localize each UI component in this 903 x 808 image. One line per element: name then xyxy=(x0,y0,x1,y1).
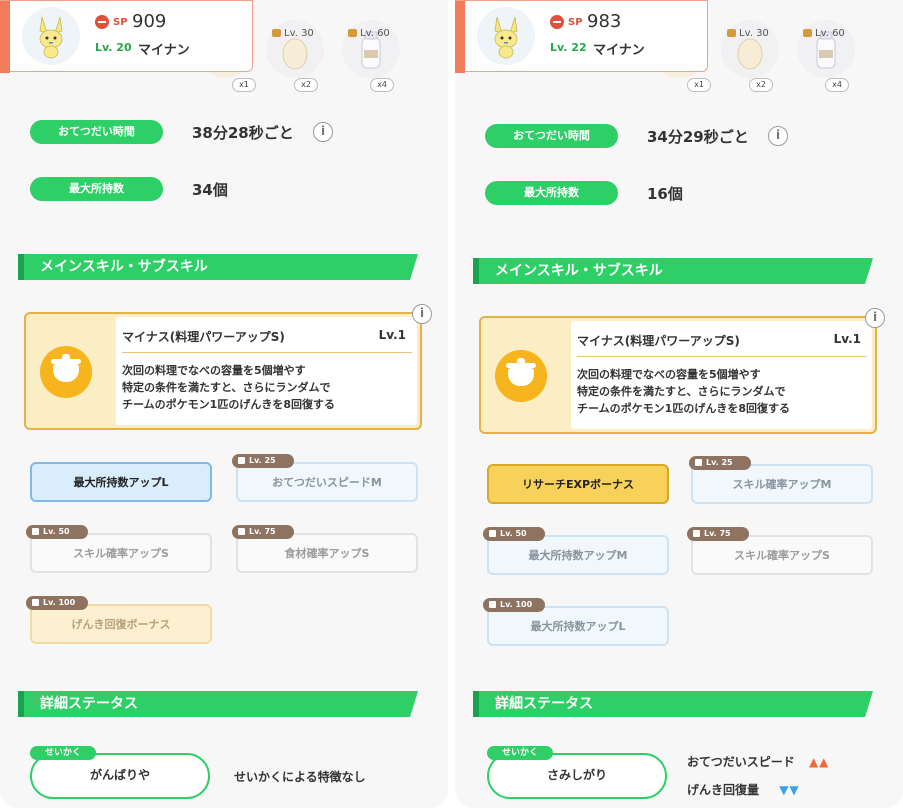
divider xyxy=(577,356,867,357)
help-time-label: おてつだい時間 xyxy=(30,120,163,144)
main-skill-level: Lv.1 xyxy=(833,332,861,346)
header-accent-strip xyxy=(0,1,10,73)
sub-skill-button-5[interactable]: げんき回復ボーナス xyxy=(30,604,212,644)
sub-skill-button-1[interactable]: 最大所持数アップL xyxy=(30,462,212,502)
sp-value: 909 xyxy=(132,11,167,32)
sub-skill-button-1[interactable]: リサーチEXPボーナス xyxy=(487,464,669,504)
lock-icon xyxy=(348,29,357,37)
pokemon-header-card: SP 909 Lv. 20 マイナン xyxy=(0,0,253,73)
ingredient-unlock-level: Lv. 30 xyxy=(739,28,769,39)
ingredient-unlock-level: Lv. 30 xyxy=(284,28,314,39)
max-carry-label: 最大所持数 xyxy=(485,181,618,205)
sub-skill-button-5[interactable]: 最大所持数アップL xyxy=(487,606,669,646)
ingredient-slot-3[interactable]: Lv. 60 x4 xyxy=(797,20,855,92)
ingredient-slot-3[interactable]: Lv. 60 x4 xyxy=(342,20,400,92)
info-icon[interactable]: i xyxy=(313,122,333,142)
unlock-level-badge: Lv. 25 xyxy=(689,456,751,470)
max-carry-label: 最大所持数 xyxy=(30,177,163,201)
nature-note: せいかくによる特徴なし xyxy=(234,770,366,784)
help-time-value: 38分28秒ごと xyxy=(192,124,294,142)
help-time-value: 34分29秒ごと xyxy=(647,128,749,146)
unlock-level-badge: Lv. 50 xyxy=(483,527,545,541)
lock-icon xyxy=(727,29,736,37)
sp-label: SP xyxy=(568,17,583,28)
lock-icon xyxy=(803,29,812,37)
lock-icon xyxy=(272,29,281,37)
info-icon[interactable]: i xyxy=(412,304,432,324)
divider xyxy=(122,352,412,353)
down-arrows-icon: ▼▼ xyxy=(779,783,800,797)
nature-down-label: げんき回復量 xyxy=(687,783,760,797)
status-section-banner: 詳細ステータス xyxy=(473,691,873,717)
pokemon-avatar-icon xyxy=(22,7,80,65)
skills-section-banner: メインスキル・サブスキル xyxy=(18,254,418,280)
ingredient-count: x2 xyxy=(749,78,773,92)
ingredient-unlock-level: Lv. 60 xyxy=(815,28,845,39)
main-skill-title: マイナス(料理パワーアップS) xyxy=(577,334,740,348)
pokemon-name: マイナン xyxy=(138,43,190,58)
unlock-level-badge: Lv. 75 xyxy=(687,527,749,541)
max-carry-value: 16個 xyxy=(647,185,683,203)
nature-down-stat: げんき回復量 ▼▼ xyxy=(687,781,800,798)
max-carry-value: 34個 xyxy=(192,181,228,199)
pokemon-level: Lv. 22 xyxy=(550,41,587,54)
nature-up-stat: おてつだいスピード ▲▲ xyxy=(687,753,829,770)
ingredient-slot-2[interactable]: Lv. 30 x2 xyxy=(721,20,779,92)
status-section-banner: 詳細ステータス xyxy=(18,691,418,717)
sp-icon xyxy=(95,15,109,29)
sp-value: 983 xyxy=(587,11,622,32)
ingredient-count: x4 xyxy=(370,78,394,92)
cooking-pot-icon xyxy=(40,346,92,398)
info-icon[interactable]: i xyxy=(768,126,788,146)
unlock-level-badge: Lv. 25 xyxy=(232,454,294,468)
sub-skill-button-4[interactable]: 食材確率アップS xyxy=(236,533,418,573)
sub-skill-button-3[interactable]: 最大所持数アップM xyxy=(487,535,669,575)
main-skill-card[interactable]: マイナス(料理パワーアップS) Lv.1 次回の料理でなべの容量を5個増やす 特… xyxy=(479,316,877,434)
unlock-level-badge: Lv. 100 xyxy=(26,596,88,610)
pokemon-avatar-icon xyxy=(477,7,535,65)
main-skill-card[interactable]: マイナス(料理パワーアップS) Lv.1 次回の料理でなべの容量を5個増やす 特… xyxy=(24,312,422,430)
sub-skill-button-2[interactable]: おてつだいスピードM xyxy=(236,462,418,502)
nature-tag: せいかく xyxy=(30,746,96,760)
unlock-level-badge: Lv. 50 xyxy=(26,525,88,539)
sub-skill-button-3[interactable]: スキル確率アップS xyxy=(30,533,212,573)
ingredient-unlock-level: Lv. 60 xyxy=(360,28,390,39)
sub-skill-button-4[interactable]: スキル確率アップS xyxy=(691,535,873,575)
up-arrows-icon: ▲▲ xyxy=(808,755,830,769)
pokemon-level: Lv. 20 xyxy=(95,41,132,54)
sp-icon xyxy=(550,15,564,29)
cooking-pot-icon xyxy=(495,350,547,402)
main-skill-level: Lv.1 xyxy=(378,328,406,342)
ingredient-slot-2[interactable]: Lv. 30 x2 xyxy=(266,20,324,92)
main-skill-title: マイナス(料理パワーアップS) xyxy=(122,330,285,344)
nature-up-label: おてつだいスピード xyxy=(687,755,795,769)
header-accent-strip xyxy=(455,1,465,73)
ingredient-count: x2 xyxy=(294,78,318,92)
nature-tag: せいかく xyxy=(487,746,553,760)
info-icon[interactable]: i xyxy=(865,308,885,328)
unlock-level-badge: Lv. 100 xyxy=(483,598,545,612)
ingredient-count: x4 xyxy=(825,78,849,92)
sub-skill-button-2[interactable]: スキル確率アップM xyxy=(691,464,873,504)
pokemon-detail-panel-right: x1 Lv. 30 x2 Lv. 60 x4 SP 983 Lv. 22 マイナ… xyxy=(455,0,903,808)
ingredient-count: x1 xyxy=(687,78,711,92)
pokemon-name: マイナン xyxy=(593,43,645,58)
skills-section-banner: メインスキル・サブスキル xyxy=(473,258,873,284)
pokemon-header-card: SP 983 Lv. 22 マイナン xyxy=(455,0,708,73)
main-skill-description: 次回の料理でなべの容量を5個増やす 特定の条件を満たすと、さらにランダムで チー… xyxy=(577,368,790,415)
help-time-label: おてつだい時間 xyxy=(485,124,618,148)
unlock-level-badge: Lv. 75 xyxy=(232,525,294,539)
main-skill-description: 次回の料理でなべの容量を5個増やす 特定の条件を満たすと、さらにランダムで チー… xyxy=(122,364,335,411)
sp-label: SP xyxy=(113,17,128,28)
pokemon-detail-panel-left: x1 Lv. 30 x2 Lv. 60 x4 SP 909 Lv. 20 マイナ… xyxy=(0,0,448,808)
ingredient-count: x1 xyxy=(232,78,256,92)
